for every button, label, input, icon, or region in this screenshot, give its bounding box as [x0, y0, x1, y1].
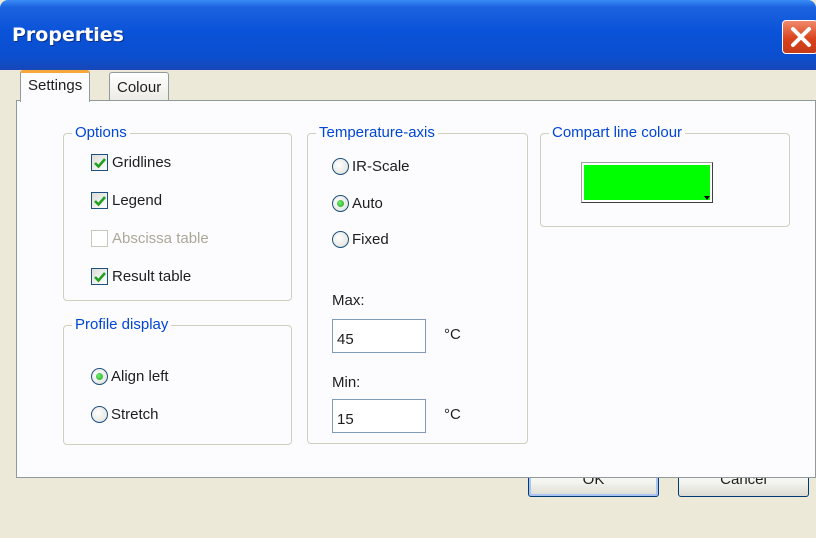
colour-picker-button[interactable] [581, 162, 713, 203]
abscissa-table-label: Abscissa table [112, 230, 209, 247]
ir-scale-label: IR-Scale [352, 158, 410, 175]
legend-label: Legend [112, 192, 163, 209]
checkmark-icon [94, 158, 106, 169]
align-left-option[interactable]: Align left [91, 368, 169, 385]
tab-settings[interactable]: Settings [20, 70, 91, 102]
align-left-label: Align left [111, 368, 169, 385]
auto-label: Auto [352, 195, 383, 212]
profile-display-group: Profile display Align left Stretch [63, 316, 292, 445]
ir-scale-radio[interactable] [332, 158, 349, 175]
compart-line-colour-group-title: Compart line colour [549, 124, 686, 141]
align-left-radio[interactable] [91, 368, 108, 385]
checkmark-icon [94, 196, 106, 207]
ir-scale-option[interactable]: IR-Scale [332, 158, 410, 175]
fixed-label: Fixed [352, 231, 389, 248]
result-table-label: Result table [112, 268, 192, 285]
close-button[interactable] [782, 20, 816, 54]
abscissa-table-checkbox [91, 230, 108, 247]
stretch-radio[interactable] [91, 406, 108, 423]
radio-selected-dot [96, 373, 103, 380]
gridlines-option[interactable]: Gridlines [91, 154, 171, 171]
close-icon [791, 27, 811, 47]
gridlines-checkbox[interactable] [91, 154, 108, 171]
legend-option[interactable]: Legend [91, 192, 162, 209]
options-group: Options Gridlines Legend Abscissa table [63, 124, 292, 301]
dropdown-arrow-icon [704, 196, 710, 200]
options-group-title: Options [72, 124, 130, 141]
max-input[interactable] [332, 319, 426, 353]
temperature-axis-group: Temperature-axis IR-Scale Auto Fixed Max… [307, 124, 528, 444]
tab-colour[interactable]: Colour [109, 72, 170, 100]
fixed-radio[interactable] [332, 231, 349, 248]
settings-panel: Options Gridlines Legend Abscissa table [16, 100, 816, 478]
radio-selected-dot [337, 200, 344, 207]
result-table-checkbox[interactable] [91, 268, 108, 285]
tab-colour-label: Colour [117, 79, 162, 96]
tab-settings-label: Settings [28, 77, 83, 94]
title-bar[interactable]: Properties [0, 0, 816, 70]
auto-option[interactable]: Auto [332, 195, 383, 212]
window-title: Properties [12, 24, 124, 46]
profile-display-group-title: Profile display [72, 316, 172, 333]
colour-swatch [584, 165, 710, 200]
stretch-option[interactable]: Stretch [91, 406, 159, 423]
auto-radio[interactable] [332, 195, 349, 212]
dialog-body: Settings Colour Options Gridlines Legend… [7, 70, 816, 538]
stretch-label: Stretch [111, 406, 159, 423]
gridlines-label: Gridlines [112, 154, 172, 171]
result-table-option[interactable]: Result table [91, 268, 191, 285]
min-label: Min: [332, 374, 361, 391]
min-unit: °C [444, 406, 461, 423]
max-label: Max: [332, 292, 365, 309]
checkmark-icon [94, 272, 106, 283]
min-input[interactable] [332, 399, 426, 433]
compart-line-colour-group: Compart line colour [540, 124, 790, 227]
temperature-axis-group-title: Temperature-axis [316, 124, 438, 141]
abscissa-table-option: Abscissa table [91, 230, 209, 247]
max-unit: °C [444, 326, 461, 343]
fixed-option[interactable]: Fixed [332, 231, 389, 248]
legend-checkbox[interactable] [91, 192, 108, 209]
properties-dialog: Properties Settings Colour Options Gridl… [0, 0, 816, 538]
